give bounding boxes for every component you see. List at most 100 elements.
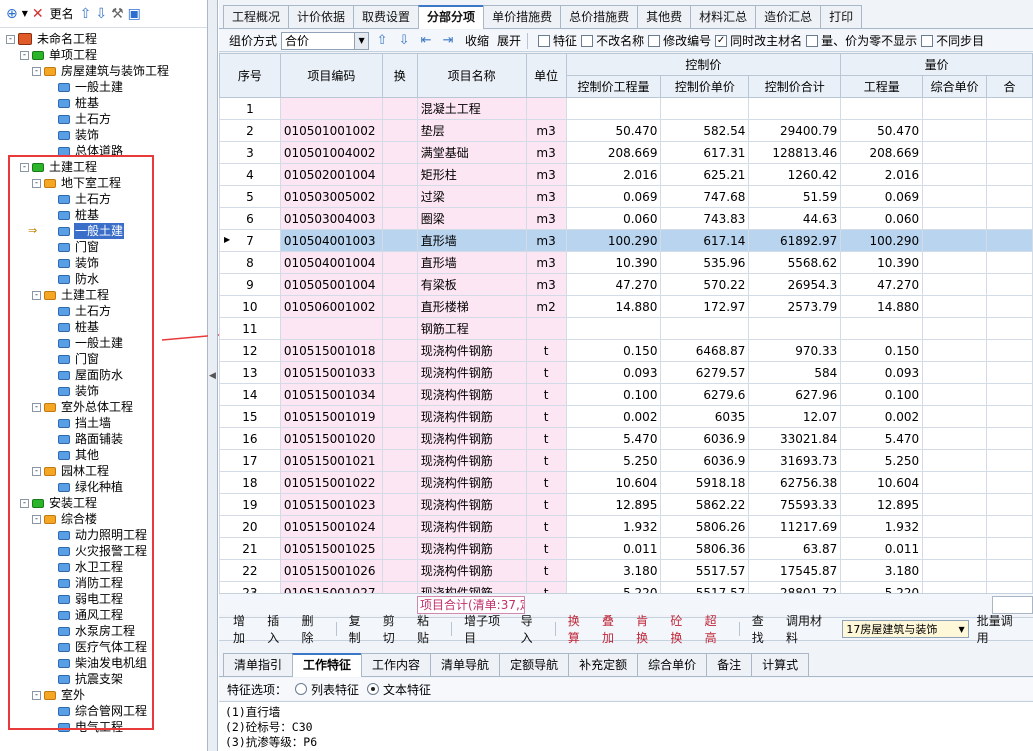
cell-unit[interactable] xyxy=(525,317,567,340)
tree-node[interactable]: 抗震支架 xyxy=(46,671,124,687)
cell-name[interactable]: 直形楼梯 xyxy=(416,295,527,318)
cell-ctrl-qty[interactable]: 100.290 xyxy=(565,229,662,252)
tree-node[interactable]: 弱电工程 xyxy=(46,591,124,607)
group-method-select[interactable]: 合价 ▼ xyxy=(281,31,370,50)
cell-seq[interactable]: 19 xyxy=(219,493,281,516)
cell-ctrl-total[interactable]: 61892.97 xyxy=(748,229,842,252)
cell-unit[interactable]: m3 xyxy=(525,119,567,142)
cell-bid-total[interactable] xyxy=(986,119,1033,142)
tree-node[interactable]: 水卫工程 xyxy=(46,559,124,575)
cell-ctrl-price[interactable]: 5517.57 xyxy=(660,581,750,593)
cell-ctrl-qty[interactable] xyxy=(565,317,662,340)
cell-name[interactable]: 现浇构件钢筋 xyxy=(416,559,527,582)
cell-bid-total[interactable] xyxy=(986,97,1033,120)
cell-name[interactable]: 直形墙 xyxy=(416,251,527,274)
cell-seq[interactable]: 17 xyxy=(219,449,281,472)
action-button[interactable]: 查找 xyxy=(752,612,774,646)
table-row[interactable]: 19 010515001023 现浇构件钢筋 t 12.895 5862.22 75593.… xyxy=(219,493,1033,516)
tree-node[interactable]: ⇒ 一般土建 xyxy=(28,223,125,239)
tree-node[interactable]: 水泵房工程 xyxy=(46,623,136,639)
cell-swap[interactable] xyxy=(381,581,418,593)
cell-seq[interactable]: 21 xyxy=(219,537,281,560)
cell-bid-qty[interactable]: 50.470 xyxy=(840,119,924,142)
option-checkbox[interactable]: 不同步目 xyxy=(921,32,984,49)
cell-code[interactable]: 010515001024 xyxy=(279,515,383,538)
option-checkbox[interactable]: 量、价为零不显示 xyxy=(806,32,917,49)
cell-name[interactable]: 现浇构件钢筋 xyxy=(416,581,527,593)
top-tab[interactable]: 造价汇总 xyxy=(755,5,822,28)
cell-seq[interactable]: 18 xyxy=(219,471,281,494)
tree-node[interactable]: 柴油发电机组 xyxy=(46,655,148,671)
cell-ctrl-qty[interactable]: 3.180 xyxy=(565,559,662,582)
action-button[interactable]: 砼换 xyxy=(670,612,692,646)
table-row[interactable]: 2 010501001002 垫层 m3 50.470 582.54 29400.79 50.… xyxy=(219,119,1033,142)
tree-node[interactable]: 一般土建 xyxy=(46,335,124,351)
cell-bid-qty[interactable]: 1.932 xyxy=(840,515,924,538)
cell-ctrl-total[interactable]: 12.07 xyxy=(748,405,842,428)
text-feature-radio[interactable]: 文本特征 xyxy=(367,681,431,698)
top-tab[interactable]: 打印 xyxy=(820,5,863,28)
top-tab[interactable]: 单价措施费 xyxy=(483,5,562,28)
cell-bid-total[interactable] xyxy=(986,471,1033,494)
cell-name[interactable]: 满堂基础 xyxy=(416,141,527,164)
table-row[interactable]: 12 010515001018 现浇构件钢筋 t 0.150 6468.87 970.33 0… xyxy=(219,339,1033,362)
cell-bid-price[interactable] xyxy=(922,251,988,274)
table-row[interactable]: 6 010503004003 圈梁 m3 0.060 743.83 44.63 0.060 xyxy=(219,207,1033,230)
info-icon[interactable]: ▣ xyxy=(128,6,141,22)
cell-ctrl-price[interactable]: 5862.22 xyxy=(660,493,750,516)
cell-ctrl-price[interactable]: 6279.6 xyxy=(660,383,750,406)
cell-ctrl-price[interactable]: 6279.57 xyxy=(660,361,750,384)
cell-code[interactable]: 010501004002 xyxy=(279,141,383,164)
cell-name[interactable]: 过梁 xyxy=(416,185,527,208)
option-checkbox[interactable]: 特征 xyxy=(538,32,577,49)
cell-bid-qty[interactable]: 12.895 xyxy=(840,493,924,516)
feature-text-area[interactable]: (1)直行墙 (2)砼标号：C30 (3)抗渗等级：P6 xyxy=(219,701,1033,751)
cell-bid-price[interactable] xyxy=(922,295,988,318)
cell-name[interactable]: 圈梁 xyxy=(416,207,527,230)
cell-name[interactable]: 现浇构件钢筋 xyxy=(416,493,527,516)
cell-swap[interactable] xyxy=(381,229,418,252)
cell-bid-total[interactable] xyxy=(986,229,1033,252)
table-row[interactable]: 13 010515001033 现浇构件钢筋 t 0.093 6279.57 584 0.09… xyxy=(219,361,1033,384)
cell-swap[interactable] xyxy=(381,141,418,164)
col-seq[interactable]: 序号 xyxy=(219,53,281,98)
cell-ctrl-qty[interactable]: 2.016 xyxy=(565,163,662,186)
cell-code[interactable]: 010515001022 xyxy=(279,471,383,494)
table-row[interactable]: 20 010515001024 现浇构件钢筋 t 1.932 5806.26 11217.6… xyxy=(219,515,1033,538)
bottom-tab[interactable]: 清单指引 xyxy=(223,653,294,676)
tree-node[interactable]: 桩基 xyxy=(46,207,100,223)
cell-ctrl-qty[interactable]: 0.002 xyxy=(565,405,662,428)
tree-node[interactable]: 路面铺装 xyxy=(46,431,124,447)
cell-unit[interactable]: m3 xyxy=(525,141,567,164)
bottom-tab[interactable]: 工作内容 xyxy=(361,653,432,676)
top-tab[interactable]: 材料汇总 xyxy=(690,5,757,28)
cell-bid-qty[interactable]: 208.669 xyxy=(840,141,924,164)
tree-node[interactable]: 综合管网工程 xyxy=(46,703,148,719)
cell-bid-price[interactable] xyxy=(922,515,988,538)
cell-code[interactable] xyxy=(279,317,383,340)
cell-code[interactable]: 010502001004 xyxy=(279,163,383,186)
cell-code[interactable]: 010515001019 xyxy=(279,405,383,428)
top-tab[interactable]: 分部分项 xyxy=(418,5,485,29)
cell-name[interactable]: 垫层 xyxy=(416,119,527,142)
tree-node[interactable]: 绿化种植 xyxy=(46,479,124,495)
cell-bid-total[interactable] xyxy=(986,317,1033,340)
cell-unit[interactable]: m3 xyxy=(525,185,567,208)
cell-ctrl-price[interactable]: 617.14 xyxy=(660,229,750,252)
cell-bid-total[interactable] xyxy=(986,339,1033,362)
cell-code[interactable]: 010504001004 xyxy=(279,251,383,274)
cell-unit[interactable]: m3 xyxy=(525,207,567,230)
action-button[interactable]: 删除 xyxy=(301,612,323,646)
cell-ctrl-qty[interactable]: 14.880 xyxy=(565,295,662,318)
cell-ctrl-qty[interactable]: 0.069 xyxy=(565,185,662,208)
cell-bid-qty[interactable]: 0.069 xyxy=(840,185,924,208)
table-row[interactable]: 10 010506001002 直形楼梯 m2 14.880 172.97 2573.79 1… xyxy=(219,295,1033,318)
top-tab[interactable]: 工程概况 xyxy=(223,5,290,28)
collapse-toggle-icon[interactable]: - xyxy=(20,50,29,60)
table-row[interactable]: 21 010515001025 现浇构件钢筋 t 0.011 5806.36 63.87 0.… xyxy=(219,537,1033,560)
cell-ctrl-total[interactable]: 62756.38 xyxy=(748,471,842,494)
bottom-tab[interactable]: 综合单价 xyxy=(637,653,708,676)
cell-ctrl-total[interactable]: 5568.62 xyxy=(748,251,842,274)
chevron-down-icon[interactable]: ▼ xyxy=(956,625,968,634)
tree-node[interactable]: - 室外 xyxy=(32,687,86,703)
